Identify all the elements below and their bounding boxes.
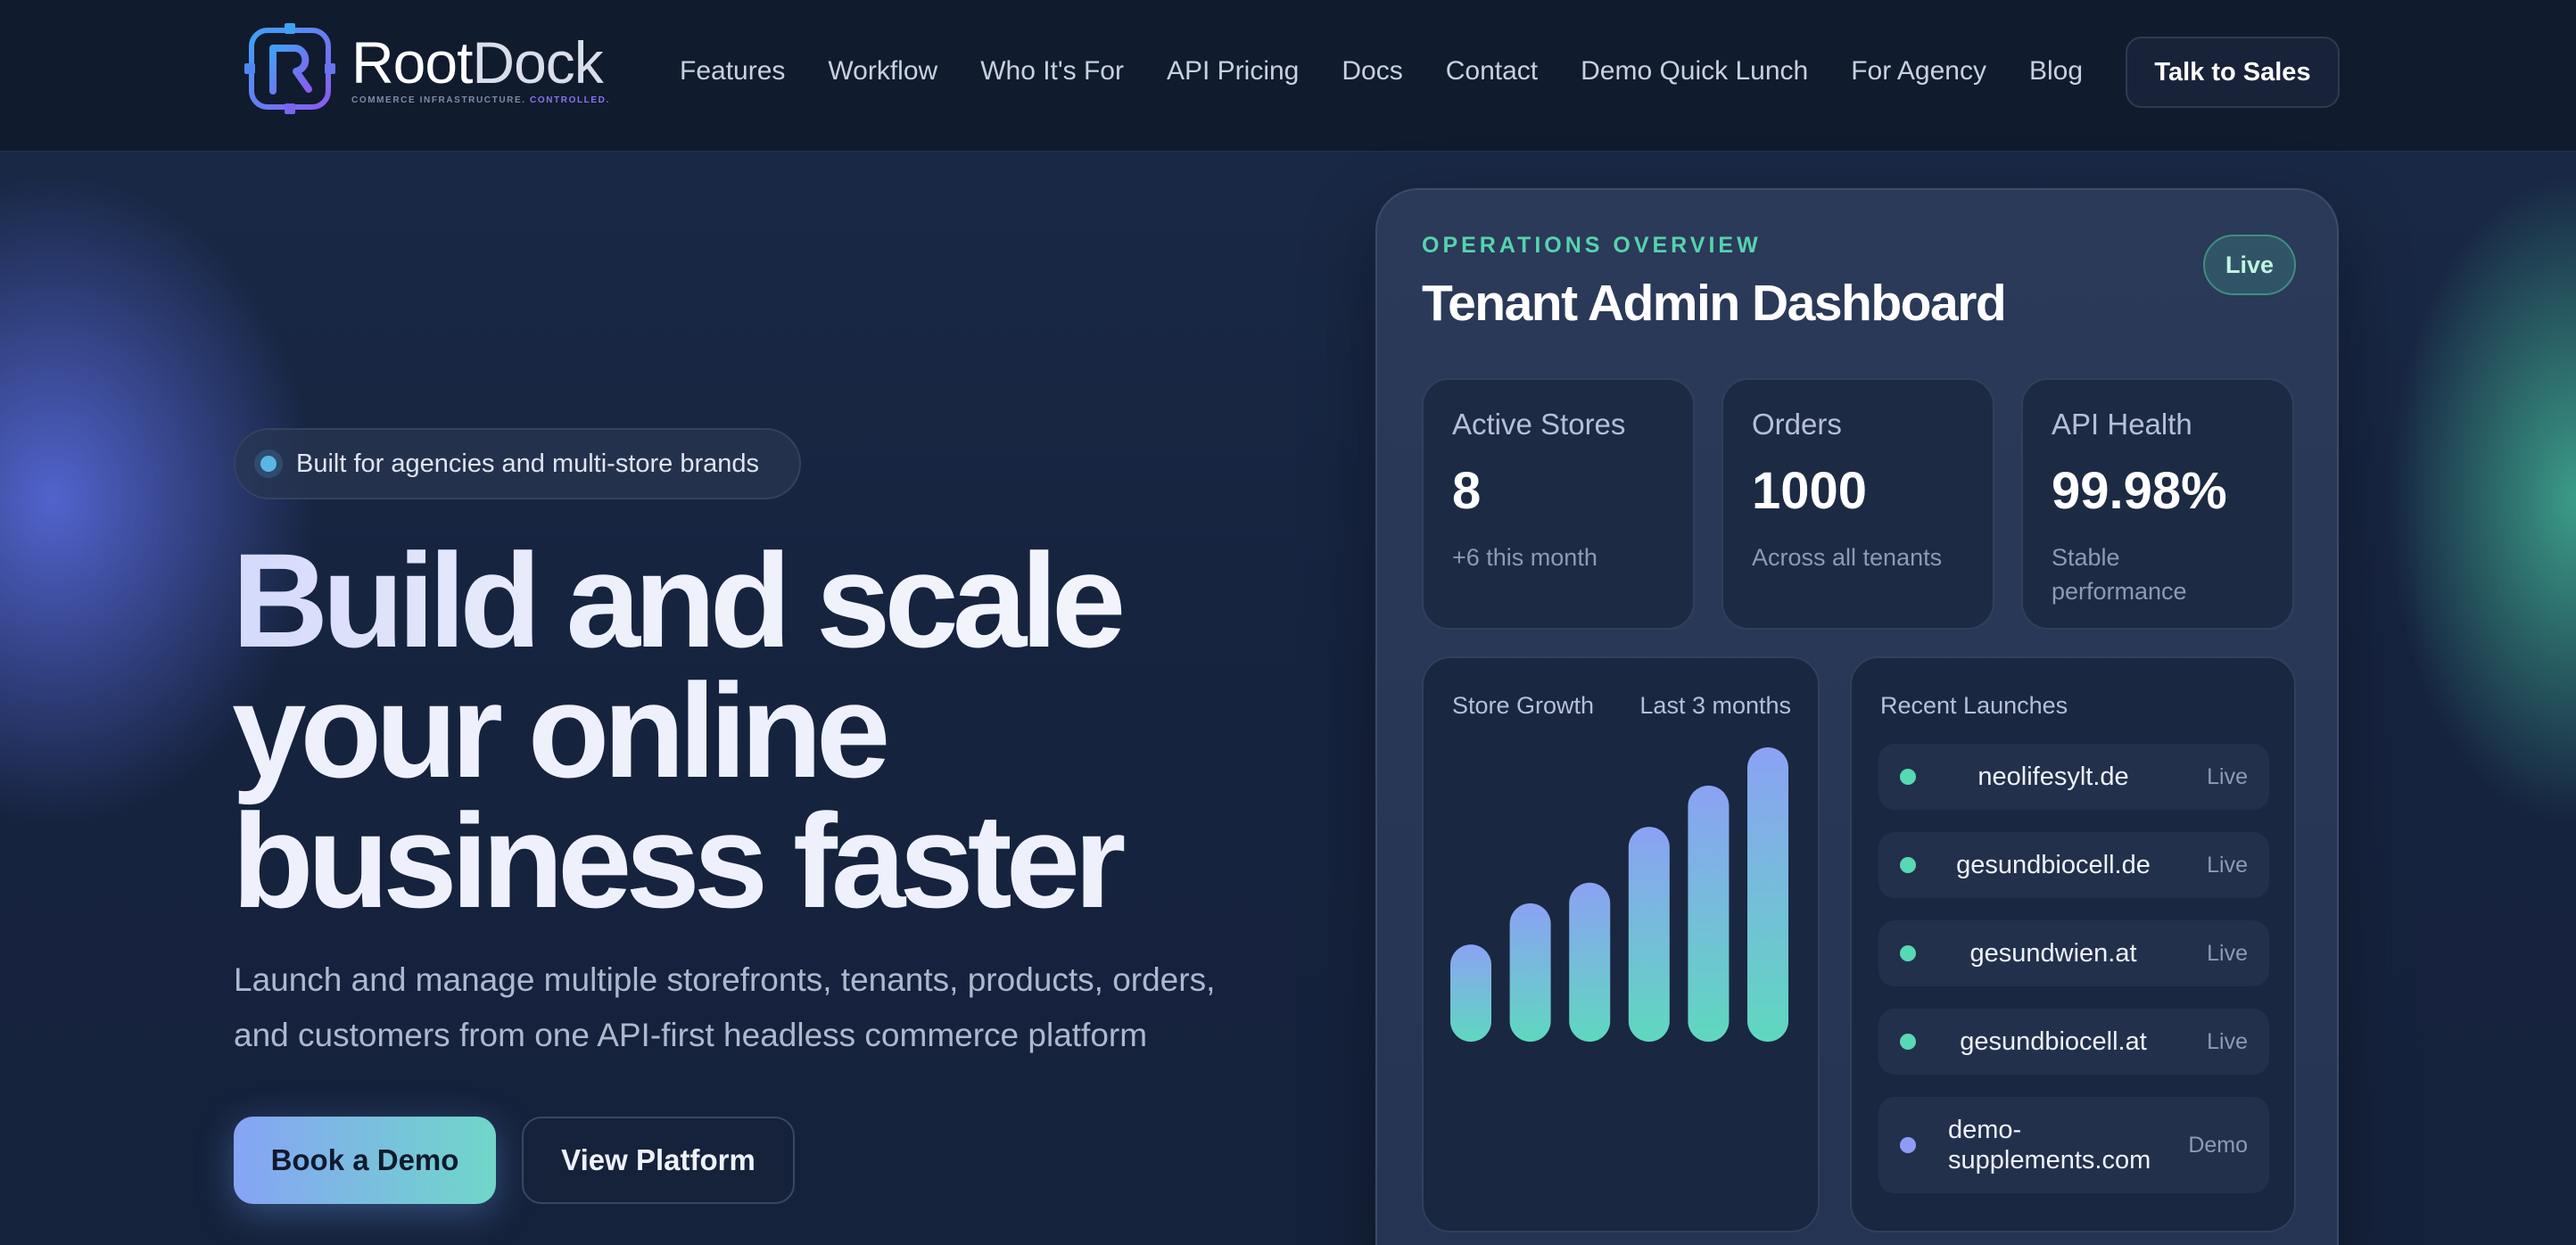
stat-note: Stable performance [2052,540,2264,608]
stat-label: API Health [2052,408,2192,441]
top-navigation-bar: RootDock COMMERCE INFRASTRUCTURE. CONTRO… [0,0,2576,152]
growth-bar [1628,827,1670,1042]
stat-value: 1000 [1752,462,1868,520]
status-dot-icon [1900,945,1916,961]
launch-item-demo-supplements[interactable]: demo- supplements.com Demo [1878,1097,2269,1193]
growth-bar [1450,944,1491,1042]
launch-domain: gesundwien.at [1969,939,2137,968]
brand-tagline: COMMERCE INFRASTRUCTURE. CONTROLLED. [351,95,610,105]
status-dot-icon [1900,857,1916,873]
stat-note: +6 this month [1452,544,1598,571]
recent-launches-header: Recent Launches [1880,692,2267,720]
brand-name-part1: Root [351,29,473,95]
stat-value: 8 [1452,462,1482,520]
launch-domain-line1: demo- [1948,1116,2022,1144]
launch-domain: neolifesylt.de [1977,763,2129,791]
hero-title-line3: business faster [232,786,1126,936]
live-status-badge: Live [2203,235,2296,295]
nav-link-demo-quick-lunch[interactable]: Demo Quick Lunch [1581,54,1808,89]
launch-item-gesundwien[interactable]: gesundwien.at Live [1878,920,2269,986]
nav-link-who-its-for[interactable]: Who It's For [980,54,1124,89]
growth-bar [1509,903,1551,1042]
hero-badge-text: Built for agencies and multi-store brand… [296,449,760,478]
nav-link-features[interactable]: Features [680,54,785,89]
view-platform-button[interactable]: View Platform [522,1117,795,1204]
brand-name: RootDock [351,33,610,92]
launch-status: Live [2207,940,2248,966]
hero-title: Build and scale your online business fas… [232,533,1213,936]
launch-list: neolifesylt.de Live gesundbiocell.de Liv… [1878,744,2269,1216]
store-growth-period: Last 3 months [1639,692,1791,719]
hero-subtitle-line2: and customers from one API-first headles… [234,1017,1148,1053]
stat-label: Active Stores [1452,408,1626,441]
store-growth-title: Store Growth [1452,692,1595,719]
stat-note-line1: Stable [2052,544,2120,571]
recent-launches-panel: Recent Launches neolifesylt.de Live gesu… [1850,656,2296,1233]
launch-item-gesundbiocell-at[interactable]: gesundbiocell.at Live [1878,1009,2269,1075]
store-growth-header: Store Growth Last 3 months [1452,692,1791,720]
launch-status: Live [2207,763,2248,789]
dashboard-eyebrow: OPERATIONS OVERVIEW [1422,233,1762,258]
growth-bar [1569,882,1611,1042]
rootdock-logo-icon [244,23,335,114]
brand-logo[interactable]: RootDock COMMERCE INFRASTRUCTURE. CONTRO… [243,21,610,116]
talk-to-sales-button[interactable]: Talk to Sales [2126,37,2340,108]
stat-label: Orders [1752,408,1842,441]
launch-item-gesundbiocell-de[interactable]: gesundbiocell.de Live [1878,832,2269,898]
dashboard-card: OPERATIONS OVERVIEW Tenant Admin Dashboa… [1375,188,2339,1245]
brand-tagline-part1: COMMERCE INFRASTRUCTURE. [351,95,526,105]
nav-link-workflow[interactable]: Workflow [828,54,937,89]
launch-status: Demo [2188,1132,2248,1158]
brand-name-part2: Dock [472,29,603,95]
launch-item-neolifesylt[interactable]: neolifesylt.de Live [1878,744,2269,810]
growth-bar [1747,747,1788,1042]
stat-value: 99.98% [2052,462,2227,520]
launch-domain: gesundbiocell.at [1960,1027,2147,1056]
nav-link-docs[interactable]: Docs [1342,54,1402,89]
badge-dot-icon [260,456,277,472]
book-demo-button[interactable]: Book a Demo [234,1117,496,1204]
stat-card-api-health: API Health 99.98% Stable performance [2021,378,2294,630]
nav-link-contact[interactable]: Contact [1446,54,1538,89]
hero-badge: Built for agencies and multi-store brand… [234,428,801,499]
hero-subtitle-line1: Launch and manage multiple storefronts, … [234,961,1216,998]
main-nav: Features Workflow Who It's For API Prici… [680,54,2126,89]
nav-link-blog[interactable]: Blog [2029,54,2083,89]
nav-link-api-pricing[interactable]: API Pricing [1167,54,1299,89]
launch-domain: gesundbiocell.de [1956,851,2151,879]
hero-subtitle: Launch and manage multiple storefronts, … [234,952,1304,1063]
brand-tagline-part2: CONTROLLED. [530,95,610,105]
hero-title-line1: Build and scale [232,533,1213,667]
growth-bar [1688,785,1730,1042]
nav-link-for-agency[interactable]: For Agency [1851,54,1986,89]
dashboard-title: Tenant Admin Dashboard [1422,275,2007,332]
stat-card-orders: Orders 1000 Across all tenants [1721,378,1994,630]
status-dot-icon [1900,1137,1916,1153]
launch-status: Live [2207,1028,2248,1054]
store-growth-bar-chart [1450,747,1788,1042]
store-growth-panel: Store Growth Last 3 months [1422,656,1820,1233]
launch-domain: demo- supplements.com [1948,1115,2162,1175]
hero-title-line2: your online [232,655,890,805]
status-dot-icon [1900,1034,1916,1050]
launch-status: Live [2207,852,2248,878]
stat-card-active-stores: Active Stores 8 +6 this month [1422,378,1695,630]
status-dot-icon [1900,769,1916,785]
stat-note: Across all tenants [1752,544,1943,571]
stat-note-line2: performance [2052,578,2187,605]
recent-launches-title: Recent Launches [1880,692,2068,719]
launch-domain-line2: supplements.com [1948,1146,2151,1175]
